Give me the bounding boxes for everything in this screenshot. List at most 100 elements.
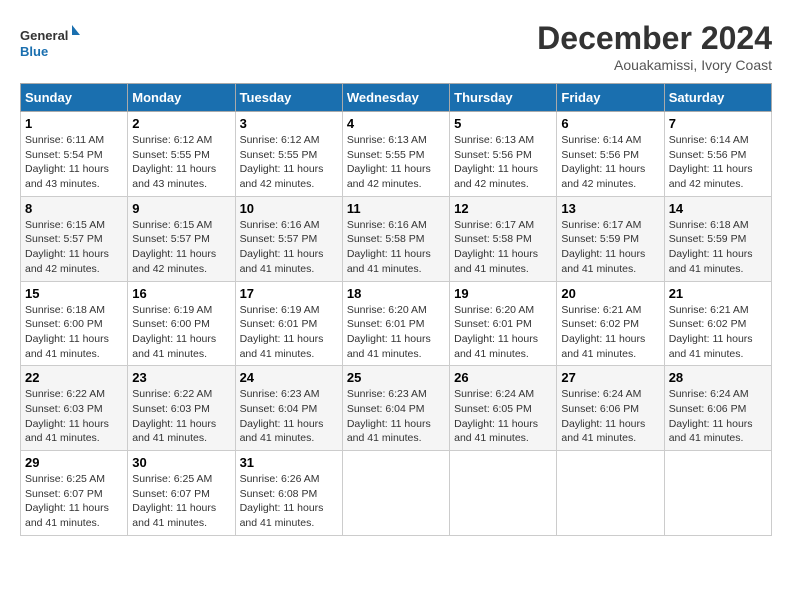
day-info: Sunrise: 6:21 AM Sunset: 6:02 PM Dayligh… — [669, 303, 767, 362]
col-wednesday: Wednesday — [342, 84, 449, 112]
day-info: Sunrise: 6:25 AM Sunset: 6:07 PM Dayligh… — [132, 472, 230, 531]
day-number: 8 — [25, 201, 123, 216]
table-row: 3 Sunrise: 6:12 AM Sunset: 5:55 PM Dayli… — [235, 112, 342, 197]
day-info: Sunrise: 6:22 AM Sunset: 6:03 PM Dayligh… — [132, 387, 230, 446]
title-block: December 2024 Aouakamissi, Ivory Coast — [537, 20, 772, 73]
calendar-week-row: 29 Sunrise: 6:25 AM Sunset: 6:07 PM Dayl… — [21, 451, 772, 536]
day-number: 24 — [240, 370, 338, 385]
calendar-header-row: Sunday Monday Tuesday Wednesday Thursday… — [21, 84, 772, 112]
table-row: 19 Sunrise: 6:20 AM Sunset: 6:01 PM Dayl… — [450, 281, 557, 366]
table-row: 22 Sunrise: 6:22 AM Sunset: 6:03 PM Dayl… — [21, 366, 128, 451]
calendar-week-row: 1 Sunrise: 6:11 AM Sunset: 5:54 PM Dayli… — [21, 112, 772, 197]
day-info: Sunrise: 6:24 AM Sunset: 6:06 PM Dayligh… — [669, 387, 767, 446]
col-saturday: Saturday — [664, 84, 771, 112]
day-number: 7 — [669, 116, 767, 131]
day-number: 14 — [669, 201, 767, 216]
day-number: 26 — [454, 370, 552, 385]
table-row: 27 Sunrise: 6:24 AM Sunset: 6:06 PM Dayl… — [557, 366, 664, 451]
day-number: 2 — [132, 116, 230, 131]
logo-svg: General Blue — [20, 20, 80, 65]
calendar-table: Sunday Monday Tuesday Wednesday Thursday… — [20, 83, 772, 536]
day-info: Sunrise: 6:25 AM Sunset: 6:07 PM Dayligh… — [25, 472, 123, 531]
day-info: Sunrise: 6:14 AM Sunset: 5:56 PM Dayligh… — [669, 133, 767, 192]
day-number: 25 — [347, 370, 445, 385]
table-row: 17 Sunrise: 6:19 AM Sunset: 6:01 PM Dayl… — [235, 281, 342, 366]
table-row — [450, 451, 557, 536]
table-row: 7 Sunrise: 6:14 AM Sunset: 5:56 PM Dayli… — [664, 112, 771, 197]
table-row — [342, 451, 449, 536]
day-number: 9 — [132, 201, 230, 216]
day-info: Sunrise: 6:16 AM Sunset: 5:58 PM Dayligh… — [347, 218, 445, 277]
day-number: 6 — [561, 116, 659, 131]
table-row — [557, 451, 664, 536]
day-number: 17 — [240, 286, 338, 301]
day-info: Sunrise: 6:19 AM Sunset: 6:01 PM Dayligh… — [240, 303, 338, 362]
table-row: 12 Sunrise: 6:17 AM Sunset: 5:58 PM Dayl… — [450, 196, 557, 281]
day-number: 19 — [454, 286, 552, 301]
day-number: 20 — [561, 286, 659, 301]
day-number: 27 — [561, 370, 659, 385]
table-row: 8 Sunrise: 6:15 AM Sunset: 5:57 PM Dayli… — [21, 196, 128, 281]
day-number: 5 — [454, 116, 552, 131]
page-header: General Blue December 2024 Aouakamissi, … — [20, 20, 772, 73]
day-info: Sunrise: 6:19 AM Sunset: 6:00 PM Dayligh… — [132, 303, 230, 362]
day-info: Sunrise: 6:24 AM Sunset: 6:05 PM Dayligh… — [454, 387, 552, 446]
day-info: Sunrise: 6:24 AM Sunset: 6:06 PM Dayligh… — [561, 387, 659, 446]
day-info: Sunrise: 6:15 AM Sunset: 5:57 PM Dayligh… — [25, 218, 123, 277]
table-row: 26 Sunrise: 6:24 AM Sunset: 6:05 PM Dayl… — [450, 366, 557, 451]
col-sunday: Sunday — [21, 84, 128, 112]
calendar-week-row: 22 Sunrise: 6:22 AM Sunset: 6:03 PM Dayl… — [21, 366, 772, 451]
day-number: 30 — [132, 455, 230, 470]
table-row: 20 Sunrise: 6:21 AM Sunset: 6:02 PM Dayl… — [557, 281, 664, 366]
svg-text:Blue: Blue — [20, 44, 48, 59]
table-row: 4 Sunrise: 6:13 AM Sunset: 5:55 PM Dayli… — [342, 112, 449, 197]
day-number: 15 — [25, 286, 123, 301]
day-info: Sunrise: 6:23 AM Sunset: 6:04 PM Dayligh… — [240, 387, 338, 446]
day-info: Sunrise: 6:12 AM Sunset: 5:55 PM Dayligh… — [240, 133, 338, 192]
day-info: Sunrise: 6:22 AM Sunset: 6:03 PM Dayligh… — [25, 387, 123, 446]
col-thursday: Thursday — [450, 84, 557, 112]
day-number: 13 — [561, 201, 659, 216]
col-monday: Monday — [128, 84, 235, 112]
table-row: 30 Sunrise: 6:25 AM Sunset: 6:07 PM Dayl… — [128, 451, 235, 536]
day-info: Sunrise: 6:13 AM Sunset: 5:55 PM Dayligh… — [347, 133, 445, 192]
day-info: Sunrise: 6:20 AM Sunset: 6:01 PM Dayligh… — [347, 303, 445, 362]
table-row: 10 Sunrise: 6:16 AM Sunset: 5:57 PM Dayl… — [235, 196, 342, 281]
month-title: December 2024 — [537, 20, 772, 57]
table-row: 15 Sunrise: 6:18 AM Sunset: 6:00 PM Dayl… — [21, 281, 128, 366]
day-number: 11 — [347, 201, 445, 216]
day-info: Sunrise: 6:20 AM Sunset: 6:01 PM Dayligh… — [454, 303, 552, 362]
day-number: 22 — [25, 370, 123, 385]
day-info: Sunrise: 6:12 AM Sunset: 5:55 PM Dayligh… — [132, 133, 230, 192]
svg-text:General: General — [20, 28, 68, 43]
day-info: Sunrise: 6:17 AM Sunset: 5:59 PM Dayligh… — [561, 218, 659, 277]
col-friday: Friday — [557, 84, 664, 112]
table-row: 11 Sunrise: 6:16 AM Sunset: 5:58 PM Dayl… — [342, 196, 449, 281]
col-tuesday: Tuesday — [235, 84, 342, 112]
day-number: 10 — [240, 201, 338, 216]
day-info: Sunrise: 6:23 AM Sunset: 6:04 PM Dayligh… — [347, 387, 445, 446]
day-info: Sunrise: 6:14 AM Sunset: 5:56 PM Dayligh… — [561, 133, 659, 192]
table-row: 14 Sunrise: 6:18 AM Sunset: 5:59 PM Dayl… — [664, 196, 771, 281]
table-row: 24 Sunrise: 6:23 AM Sunset: 6:04 PM Dayl… — [235, 366, 342, 451]
day-info: Sunrise: 6:13 AM Sunset: 5:56 PM Dayligh… — [454, 133, 552, 192]
table-row: 13 Sunrise: 6:17 AM Sunset: 5:59 PM Dayl… — [557, 196, 664, 281]
day-number: 31 — [240, 455, 338, 470]
table-row — [664, 451, 771, 536]
day-number: 18 — [347, 286, 445, 301]
day-info: Sunrise: 6:15 AM Sunset: 5:57 PM Dayligh… — [132, 218, 230, 277]
table-row: 23 Sunrise: 6:22 AM Sunset: 6:03 PM Dayl… — [128, 366, 235, 451]
day-number: 21 — [669, 286, 767, 301]
table-row: 31 Sunrise: 6:26 AM Sunset: 6:08 PM Dayl… — [235, 451, 342, 536]
day-info: Sunrise: 6:26 AM Sunset: 6:08 PM Dayligh… — [240, 472, 338, 531]
logo: General Blue — [20, 20, 80, 65]
location-subtitle: Aouakamissi, Ivory Coast — [537, 57, 772, 73]
table-row: 29 Sunrise: 6:25 AM Sunset: 6:07 PM Dayl… — [21, 451, 128, 536]
table-row: 18 Sunrise: 6:20 AM Sunset: 6:01 PM Dayl… — [342, 281, 449, 366]
day-number: 12 — [454, 201, 552, 216]
table-row: 28 Sunrise: 6:24 AM Sunset: 6:06 PM Dayl… — [664, 366, 771, 451]
day-info: Sunrise: 6:17 AM Sunset: 5:58 PM Dayligh… — [454, 218, 552, 277]
day-number: 16 — [132, 286, 230, 301]
day-number: 28 — [669, 370, 767, 385]
table-row: 16 Sunrise: 6:19 AM Sunset: 6:00 PM Dayl… — [128, 281, 235, 366]
